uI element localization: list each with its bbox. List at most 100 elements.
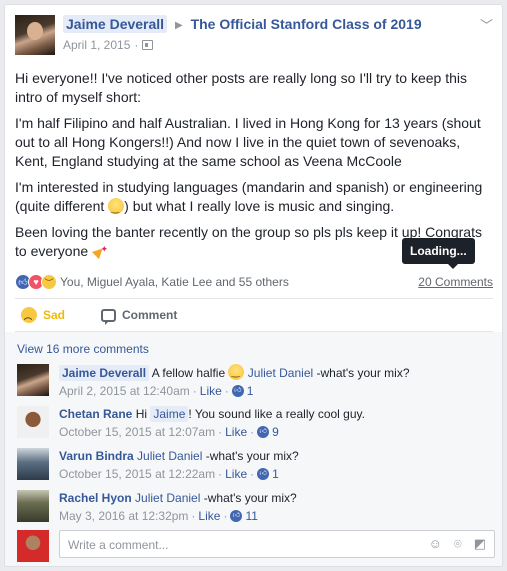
like-count[interactable]: 1: [247, 383, 254, 399]
meta-separator: ·: [218, 467, 223, 481]
audience-icon[interactable]: [142, 40, 154, 50]
smile-emoji-icon: [108, 198, 125, 218]
like-count[interactable]: 1: [272, 466, 279, 482]
tagged-user-link[interactable]: Juliet Daniel: [137, 449, 202, 463]
comment-button[interactable]: Comment: [101, 308, 178, 325]
meta-separator: ·: [223, 509, 228, 523]
post-paragraph: Hi everyone!! I've noticed other posts a…: [15, 70, 468, 105]
reactions-summary: 👍︎ ♥ ︶ You, Miguel Ayala, Katie Lee and …: [15, 271, 493, 293]
camera-icon[interactable]: ⌾: [454, 536, 462, 552]
like-count[interactable]: 11: [245, 508, 257, 524]
smile-emoji-icon: [228, 364, 245, 381]
comments-section: View 16 more comments Jaime Deverall A f…: [5, 332, 502, 566]
meta-separator: ·: [191, 509, 196, 523]
comment-like-link[interactable]: Like: [200, 383, 222, 399]
comment-label: Comment: [122, 308, 178, 322]
post-card: Jaime Deverall ▶ The Official Stanford C…: [4, 4, 503, 567]
like-count[interactable]: 9: [272, 424, 279, 440]
meta-separator: ·: [134, 38, 139, 52]
comment-item: Rachel Hyon Juliet Daniel -what's your m…: [17, 488, 487, 528]
comment-text: Rachel Hyon Juliet Daniel -what's your m…: [59, 490, 297, 506]
comment-body: Jaime Deverall A fellow halfie Juliet Da…: [59, 364, 410, 399]
tagged-user-link[interactable]: Juliet Daniel: [135, 491, 200, 505]
meta-separator: ·: [192, 384, 197, 398]
comment-body: Varun Bindra Juliet Daniel -what's your …: [59, 448, 299, 482]
like-count-icon: 👍︎: [230, 510, 243, 522]
comment-meta: April 2, 2015 at 12:40am · Like · 👍︎ 1: [59, 383, 410, 399]
comment-input[interactable]: Write a comment... ☺ ⌾ ◩: [59, 530, 495, 558]
comment-text: Chetan Rane Hi Jaime! You sound like a r…: [59, 406, 365, 422]
comments-count-link[interactable]: 20 Comments: [418, 275, 493, 289]
avatar[interactable]: [17, 448, 49, 480]
comment-icon: [101, 308, 117, 325]
emoji-icon[interactable]: ☺: [429, 536, 442, 552]
shared-to-arrow-icon: ▶: [174, 20, 183, 31]
comment-timestamp[interactable]: October 15, 2015 at 12:22am: [59, 466, 215, 482]
comment-body: Chetan Rane Hi Jaime! You sound like a r…: [59, 406, 365, 440]
tagged-user-link[interactable]: Juliet Daniel: [248, 366, 313, 380]
party-popper-emoji-icon: [92, 240, 109, 259]
sad-label: Sad: [43, 308, 66, 322]
comment-input-placeholder: Write a comment...: [68, 538, 169, 552]
comment-text-part: Hi: [135, 407, 151, 421]
sad-reaction-button[interactable]: Sad: [21, 307, 65, 323]
comment-meta: October 15, 2015 at 12:07am · Like · 👍︎ …: [59, 424, 365, 440]
meta-separator: ·: [250, 425, 255, 439]
comment-text-part: A fellow halfie: [151, 366, 229, 380]
comment-timestamp[interactable]: April 2, 2015 at 12:40am: [59, 383, 190, 399]
comment-text: Varun Bindra Juliet Daniel -what's your …: [59, 448, 299, 464]
comment-text-part: -what's your mix?: [200, 491, 297, 505]
like-count-icon: 👍︎: [257, 468, 270, 480]
comment-body: Rachel Hyon Juliet Daniel -what's your m…: [59, 490, 297, 524]
action-bar: Sad Comment: [15, 298, 493, 332]
comment-timestamp[interactable]: October 15, 2015 at 12:07am: [59, 424, 215, 440]
comment-like-link[interactable]: Like: [225, 424, 247, 440]
reaction-icons[interactable]: 👍︎ ♥ ︶: [15, 274, 57, 290]
view-more-comments-link[interactable]: View 16 more comments: [17, 342, 149, 356]
comment-text-part: -what's your mix?: [313, 366, 410, 380]
commenter-name[interactable]: Chetan Rane: [59, 407, 132, 421]
tagged-user-link[interactable]: Jaime: [150, 406, 189, 422]
commenter-name[interactable]: Rachel Hyon: [59, 491, 132, 505]
group-name-link[interactable]: The Official Stanford Class of 2019: [191, 16, 422, 32]
comment-item: Chetan Rane Hi Jaime! You sound like a r…: [17, 404, 487, 444]
avatar[interactable]: [17, 364, 49, 396]
comment-text: Jaime Deverall A fellow halfie Juliet Da…: [59, 364, 410, 381]
comment-text-part: ! You sound like a really cool guy.: [188, 407, 365, 421]
loading-tooltip: Loading...: [402, 238, 475, 269]
chevron-down-icon[interactable]: ﹀: [480, 15, 493, 34]
header-text: Jaime Deverall ▶ The Official Stanford C…: [63, 15, 473, 52]
like-count-icon: 👍︎: [231, 385, 244, 397]
comment-text-part: -what's your mix?: [202, 449, 299, 463]
sad-icon: [21, 307, 37, 323]
comment-item: Jaime Deverall A fellow halfie Juliet Da…: [17, 362, 487, 402]
commenter-name[interactable]: Varun Bindra: [59, 449, 134, 463]
composer-icons: ☺ ⌾ ◩: [429, 536, 486, 552]
like-count-icon: 👍︎: [257, 426, 270, 438]
post-paragraph: I'm interested in studying languages (ma…: [15, 178, 495, 218]
commenter-name[interactable]: Jaime Deverall: [59, 365, 150, 381]
post-date[interactable]: April 1, 2015: [63, 38, 130, 52]
meta-separator: ·: [224, 384, 229, 398]
comment-timestamp[interactable]: May 3, 2016 at 12:32pm: [59, 508, 188, 524]
comment-like-link[interactable]: Like: [225, 466, 247, 482]
post-header: Jaime Deverall ▶ The Official Stanford C…: [15, 15, 493, 59]
post-paragraph-part: ) but what I really love is music and si…: [124, 198, 395, 214]
author-avatar[interactable]: [15, 15, 55, 55]
post-paragraph: I'm half Filipino and half Australian. I…: [15, 115, 481, 169]
avatar[interactable]: [17, 406, 49, 438]
comment-composer: Write a comment... ☺ ⌾ ◩: [17, 528, 495, 562]
comment-meta: May 3, 2016 at 12:32pm · Like · 👍︎ 11: [59, 508, 297, 524]
comment-meta: October 15, 2015 at 12:22am · Like · 👍︎ …: [59, 466, 299, 482]
current-user-avatar[interactable]: [17, 530, 49, 562]
meta-separator: ·: [218, 425, 223, 439]
sad-reaction-icon: ︶: [41, 274, 57, 290]
meta-separator: ·: [250, 467, 255, 481]
comment-like-link[interactable]: Like: [198, 508, 220, 524]
sticker-icon[interactable]: ◩: [474, 536, 486, 552]
author-name-link[interactable]: Jaime Deverall: [63, 15, 168, 33]
comment-item: Varun Bindra Juliet Daniel -what's your …: [17, 446, 487, 486]
post-meta: April 1, 2015 ·: [63, 38, 473, 52]
reactors-text[interactable]: You, Miguel Ayala, Katie Lee and 55 othe…: [60, 275, 289, 289]
avatar[interactable]: [17, 490, 49, 522]
